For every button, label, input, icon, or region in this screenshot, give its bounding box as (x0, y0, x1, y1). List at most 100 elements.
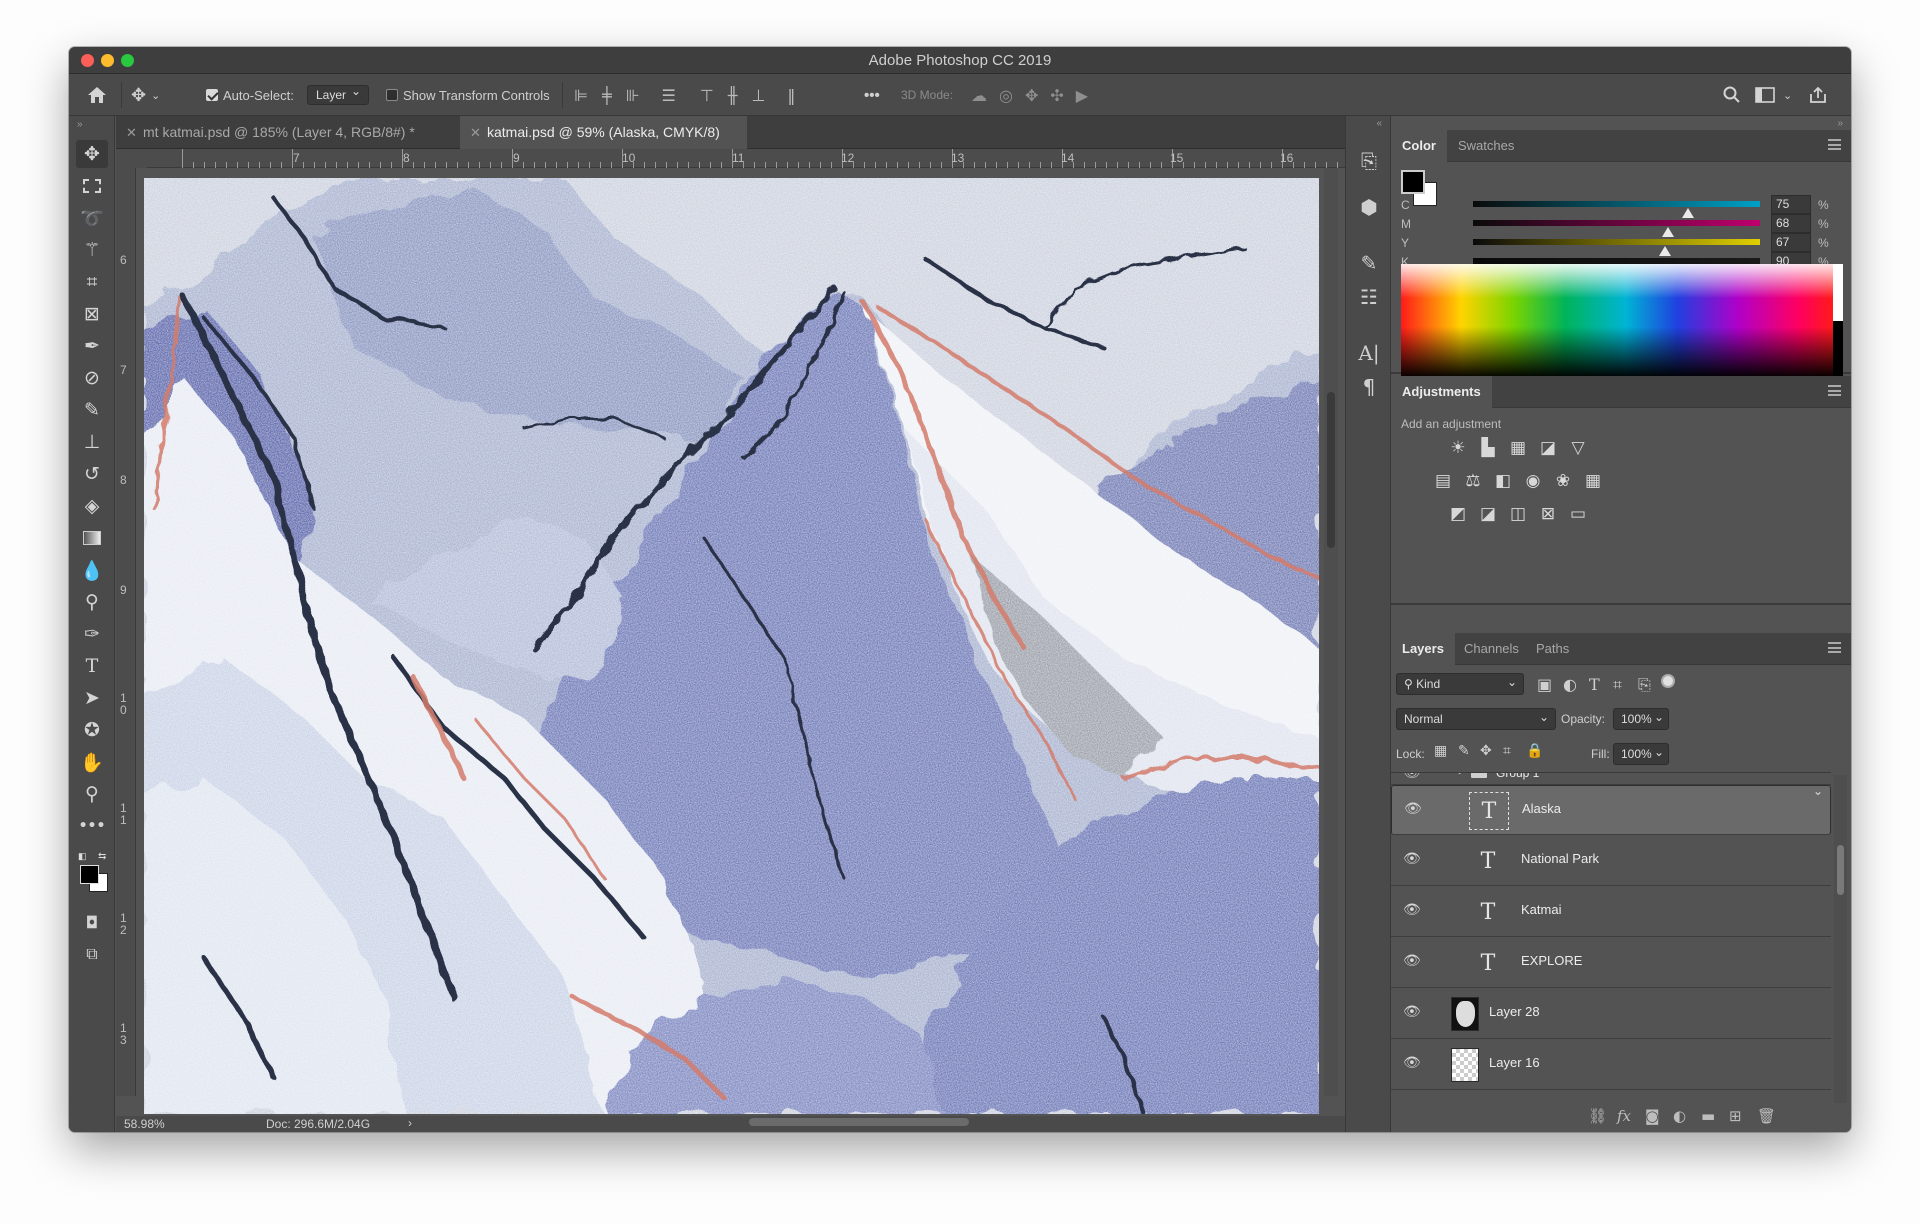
color-spectrum[interactable] (1401, 264, 1833, 378)
blur-tool[interactable]: 💧 (76, 556, 108, 584)
color-lookup-icon[interactable]: ▦ (1581, 469, 1605, 493)
foreground-swatch[interactable] (1401, 170, 1425, 194)
black-white-icon[interactable]: ◧ (1491, 469, 1515, 493)
tab-mt-katmai[interactable]: ✕ mt katmai.psd @ 185% (Layer 4, RGB/8#)… (116, 116, 456, 149)
fill-field[interactable]: 100% ⌄ (1613, 743, 1669, 765)
visibility-eye-icon[interactable]: 👁 (1403, 902, 1421, 918)
zoom-level[interactable]: 58.98% (124, 1117, 165, 1131)
close-window-button[interactable] (81, 54, 94, 67)
edit-toolbar-button[interactable]: ••• (76, 812, 108, 840)
slider-track[interactable] (1473, 220, 1760, 226)
visibility-eye-icon[interactable]: 👁 (1403, 773, 1421, 781)
filter-adjustment-icon[interactable]: ◐ (1563, 675, 1577, 694)
white-swatch[interactable] (1833, 264, 1843, 321)
search-button[interactable] (1723, 74, 1741, 116)
photo-filter-icon[interactable]: ◉ (1521, 469, 1545, 493)
brush-settings-button[interactable]: ✎ (1354, 248, 1384, 278)
trash-icon[interactable]: 🗑 (1757, 1107, 1776, 1125)
link-layers-icon[interactable]: ⛓ (1588, 1107, 1607, 1125)
align-distribute-icon[interactable]: ☰ (662, 86, 676, 105)
vertical-ruler[interactable]: 6 7 8 9 1 0 1 1 1 2 1 3 (116, 168, 136, 1096)
slider-track[interactable] (1473, 201, 1760, 207)
vertical-scrollbar[interactable] (1324, 168, 1338, 1096)
tab-swatches[interactable]: Swatches (1447, 130, 1525, 162)
posterize-icon[interactable]: ◪ (1476, 502, 1500, 526)
3d-scale-icon[interactable]: ▶ (1076, 86, 1088, 105)
fx-icon[interactable]: fx (1617, 1107, 1631, 1125)
align-right-edges-icon[interactable]: ⊪ (626, 86, 640, 105)
adjustment-layer-icon[interactable]: ◐ (1673, 1107, 1686, 1125)
align-top-edges-icon[interactable]: ⊤ (700, 86, 714, 105)
opacity-field[interactable]: 100% ⌄ (1613, 708, 1669, 730)
hand-tool[interactable]: ✋ (76, 748, 108, 776)
horizontal-ruler[interactable]: 7 8 9 10 11 12 13 14 15 16 (147, 149, 1387, 168)
visibility-eye-icon[interactable]: 👁 (1403, 1004, 1421, 1020)
frame-tool[interactable]: ⊠ (76, 300, 108, 328)
slider-track[interactable] (1473, 239, 1760, 245)
crop-tool[interactable]: ⌗ (76, 268, 108, 296)
minimize-window-button[interactable] (101, 54, 114, 67)
gradient-tool[interactable] (76, 524, 108, 552)
slider-value[interactable]: 75 (1771, 195, 1811, 214)
new-layer-icon[interactable]: ⊞ (1729, 1107, 1742, 1125)
more-options-button[interactable]: ••• (864, 74, 880, 116)
auto-select-target-dropdown[interactable]: Layer (307, 84, 370, 105)
3d-slide-icon[interactable]: ✣ (1050, 86, 1063, 105)
collapse-tools-icon[interactable]: » (77, 119, 83, 130)
exposure-icon[interactable]: ◪ (1536, 436, 1560, 460)
character-panel-button[interactable]: A| (1354, 338, 1384, 368)
tab-channels[interactable]: Channels (1453, 633, 1530, 665)
layer-filter-dropdown[interactable]: ⚲ Kind ⌄ (1396, 673, 1524, 695)
gradient-map-icon[interactable]: ▭ (1566, 502, 1590, 526)
swap-colors-icon[interactable]: ⇆ (98, 851, 106, 862)
layer-row[interactable]: 👁 T Katmai (1391, 887, 1831, 937)
eraser-tool[interactable]: ◈ (76, 492, 108, 520)
lock-all-icon[interactable]: 🔒 (1526, 743, 1543, 759)
share-button[interactable] (1809, 74, 1827, 116)
tab-paths[interactable]: Paths (1525, 633, 1580, 665)
selective-color-icon[interactable]: ⊠ (1536, 502, 1560, 526)
slider-value[interactable]: 67 (1771, 233, 1811, 252)
layer-row[interactable]: 👁 Layer 16 (1391, 1040, 1831, 1090)
move-tool[interactable]: ✥ (76, 140, 108, 168)
distribute-icon[interactable]: ‖ (787, 86, 795, 105)
layer-row[interactable]: 👁 T National Park (1391, 836, 1831, 886)
dodge-tool[interactable]: ⚲ (76, 588, 108, 616)
history-panel-button[interactable]: ⎘ (1354, 146, 1384, 176)
show-transform-checkbox[interactable] (386, 89, 398, 101)
panel-menu-icon[interactable] (1828, 385, 1841, 396)
3d-pan-icon[interactable]: ✥ (1025, 86, 1038, 105)
layers-scroll-thumb[interactable] (1837, 845, 1844, 895)
zoom-window-button[interactable] (121, 54, 134, 67)
foreground-color-swatch[interactable] (80, 865, 99, 884)
collapse-panel-icon[interactable]: » (1837, 118, 1843, 129)
type-tool[interactable]: T (76, 652, 108, 680)
invert-icon[interactable]: ◩ (1446, 502, 1470, 526)
panel-menu-icon[interactable] (1828, 642, 1841, 653)
align-left-edges-icon[interactable]: ⊫ (574, 86, 588, 105)
color-balance-icon[interactable]: ⚖ (1461, 469, 1485, 493)
slider-value[interactable]: 68 (1771, 214, 1811, 233)
channel-mixer-icon[interactable]: ❀ (1551, 469, 1575, 493)
home-button[interactable] (87, 74, 107, 116)
levels-icon[interactable]: ▙ (1476, 436, 1500, 460)
close-tab-icon[interactable]: ✕ (126, 116, 137, 149)
slider-c[interactable]: C 75% (1401, 195, 1841, 218)
zoom-tool[interactable]: ⚲ (76, 780, 108, 808)
3d-orbit-icon[interactable]: ☁ (971, 86, 987, 105)
new-group-icon[interactable]: ▬ (1701, 1107, 1715, 1125)
eyedropper-tool[interactable]: ✒ (76, 332, 108, 360)
filter-shape-icon[interactable]: ⌗ (1613, 675, 1622, 695)
tab-layers[interactable]: Layers (1391, 633, 1455, 665)
black-swatch[interactable] (1833, 321, 1843, 378)
lock-position-icon[interactable]: ✥ (1480, 743, 1492, 759)
vertical-scroll-thumb[interactable] (1327, 392, 1335, 548)
blend-mode-dropdown[interactable]: Normal ⌄ (1396, 708, 1556, 730)
quick-mask-button[interactable]: ◘ (76, 908, 108, 936)
threshold-icon[interactable]: ◫ (1506, 502, 1530, 526)
brush-tool[interactable]: ✎ (76, 396, 108, 424)
3d-panel-button[interactable]: ⬢ (1354, 192, 1384, 222)
filter-toggle-icon[interactable] (1663, 676, 1673, 686)
curves-icon[interactable]: ▦ (1506, 436, 1530, 460)
properties-panel-button[interactable]: ☷ (1354, 282, 1384, 312)
